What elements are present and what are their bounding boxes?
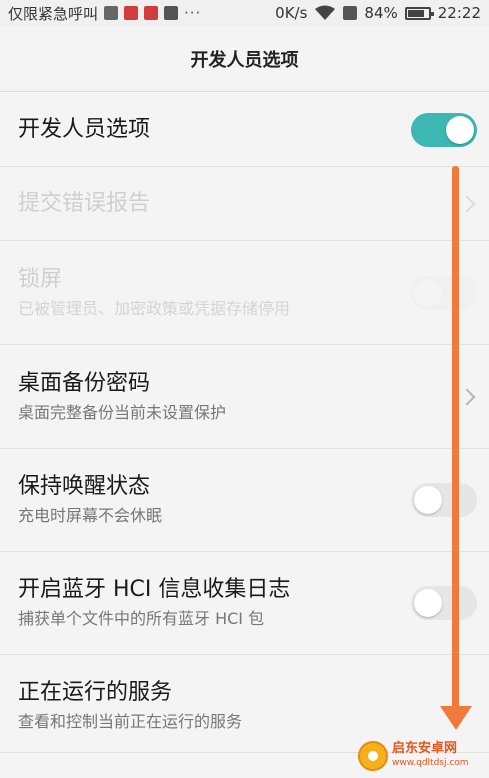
more-notifications-icon: ··· [184,4,202,22]
clock: 22:22 [437,4,481,22]
battery-icon [404,6,434,20]
setting-title: 正在运行的服务 [18,680,173,705]
status-bar: 仅限紧急呼叫 ··· 0K/s 84% 22:22 [0,0,489,26]
title-bar: 开发人员选项 [0,26,489,92]
sim-notification-icon [164,6,179,20]
watermark-logo-icon [358,741,388,771]
toggle-knob [414,589,442,617]
watermark-text: 启东安卓网 www.qdltdsj.com [392,742,469,770]
watermark: 启东安卓网 www.qdltdsj.com [358,736,488,776]
developer-options-toggle[interactable] [411,112,477,147]
lock-screen-toggle [411,275,477,310]
setting-stay-awake[interactable]: 保持唤醒状态 充电时屏幕不会休眠 [0,449,489,552]
app-notification-icon [144,6,159,20]
watermark-url: www.qdltdsj.com [392,758,469,768]
page-title: 开发人员选项 [190,49,299,71]
toggle-knob [414,278,442,307]
sim-card-icon [343,6,358,20]
stay-awake-toggle[interactable] [411,483,477,517]
setting-title: 桌面备份密码 [18,370,151,396]
status-right: 0K/s 84% 22:22 [275,4,481,22]
setting-lock-screen: 锁屏 已被管理员、加密政策或凭据存储停用 [0,241,489,345]
watermark-name: 启东安卓网 [392,741,458,756]
toggle-knob [446,115,474,144]
huawei-app-notification-icon [124,6,139,20]
status-left: 仅限紧急呼叫 ··· [8,3,201,24]
setting-subtitle: 查看和控制当前正在运行的服务 [18,712,243,731]
settings-list: 开发人员选项 提交错误报告 锁屏 已被管理员、加密政策或凭据存储停用 桌面备份密… [0,93,489,758]
battery-percent: 84% [364,4,398,22]
setting-developer-options[interactable]: 开发人员选项 [0,93,489,167]
toggle-knob [414,486,442,514]
gallery-notification-icon [104,6,119,20]
wifi-icon [315,5,336,20]
setting-title: 提交错误报告 [18,190,151,216]
scroll-annotation-arrow-line [452,166,459,711]
scroll-annotation-arrow-head-icon [440,706,472,730]
setting-bluetooth-hci-log[interactable]: 开启蓝牙 HCI 信息收集日志 捕获单个文件中的所有蓝牙 HCI 包 [0,552,489,655]
carrier-text: 仅限紧急呼叫 [8,4,99,23]
setting-desktop-backup-password[interactable]: 桌面备份密码 桌面完整备份当前未设置保护 [0,345,489,449]
bluetooth-hci-log-toggle[interactable] [411,586,477,620]
setting-subtitle: 桌面完整备份当前未设置保护 [18,402,227,422]
setting-bug-report: 提交错误报告 [0,167,489,241]
network-speed: 0K/s [275,4,308,22]
